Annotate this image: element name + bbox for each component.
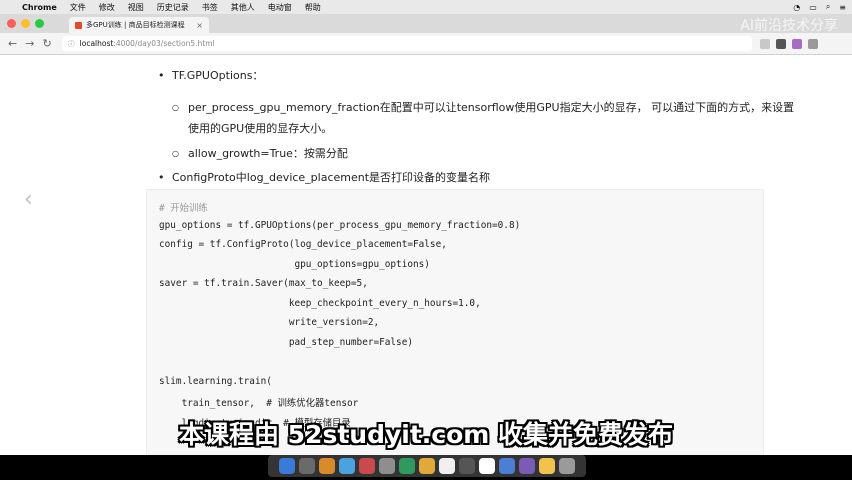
- menu-item-edit[interactable]: 修改: [99, 2, 115, 13]
- menu-item-window[interactable]: 电动窗: [268, 2, 292, 13]
- dock-app-icon[interactable]: [479, 458, 495, 474]
- reload-icon[interactable]: ↻: [42, 37, 51, 50]
- profile-icon[interactable]: [807, 38, 818, 49]
- dock-app-icon[interactable]: [499, 458, 515, 474]
- code-line: gpu_options = tf.GPUOptions(per_process_…: [159, 219, 521, 231]
- window-controls: [0, 14, 49, 33]
- dock-app-icon[interactable]: [539, 458, 555, 474]
- list-item: allow_growth=True：按需分配: [170, 143, 796, 164]
- dock-app-icon[interactable]: [519, 458, 535, 474]
- bullet-list: TF.GPUOptions： per_process_gpu_memory_fr…: [156, 67, 796, 187]
- menu-item-bookmarks[interactable]: 书签: [202, 2, 218, 13]
- menu-list-icon[interactable]: ≡: [839, 3, 846, 12]
- wifi-icon[interactable]: ◔: [793, 3, 800, 12]
- status-icons: ◔ ▭ ⌕ ≡: [784, 2, 852, 12]
- battery-icon[interactable]: ▭: [809, 3, 817, 12]
- browser-toolbar: ← → ↻ ⓘ localhost :4000/day03/section5.h…: [0, 33, 852, 55]
- browser-tab[interactable]: 多GPU训练 | 商品目标检测课程 ×: [69, 17, 209, 33]
- dock-app-icon[interactable]: [439, 458, 455, 474]
- menu-item-chrome[interactable]: Chrome: [22, 3, 57, 12]
- menu-item-view[interactable]: 视图: [128, 2, 144, 13]
- close-window-icon[interactable]: [7, 19, 16, 28]
- extension-icon[interactable]: [759, 38, 770, 49]
- dock-app-icon[interactable]: [399, 458, 415, 474]
- close-tab-icon[interactable]: ×: [196, 21, 203, 30]
- code-line: # 开始训练: [159, 203, 208, 214]
- back-icon[interactable]: ←: [8, 37, 17, 50]
- video-subtitle: 本课程由 52studyit.com 收集并免费发布: [178, 420, 674, 449]
- url-path: :4000/day03/section5.html: [113, 39, 215, 48]
- dock-app-icon[interactable]: [379, 458, 395, 474]
- tab-strip: 多GPU训练 | 商品目标检测课程 ×: [0, 14, 852, 33]
- list-item: TF.GPUOptions：: [156, 67, 796, 85]
- dock-app-icon[interactable]: [319, 458, 335, 474]
- forward-icon[interactable]: →: [25, 37, 34, 50]
- dock: [268, 455, 586, 477]
- code-line: train_tensor, # 训练优化器tensor: [159, 398, 359, 409]
- menu-item-history[interactable]: 历史记录: [157, 2, 189, 13]
- dock-app-icon[interactable]: [459, 458, 475, 474]
- menu-bar: Chrome 文件 修改 视图 历史记录 书签 其他人 电动窗 帮助 ◔ ▭ ⌕…: [0, 0, 852, 14]
- sub-list: per_process_gpu_memory_fraction在配置中可以让te…: [170, 97, 796, 164]
- address-bar[interactable]: ⓘ localhost :4000/day03/section5.html: [61, 36, 752, 51]
- code-line: saver = tf.train.Saver(max_to_keep=5,: [159, 278, 368, 289]
- dock-app-icon[interactable]: [299, 458, 315, 474]
- dock-app-icon[interactable]: [279, 458, 295, 474]
- maximize-window-icon[interactable]: [35, 19, 44, 28]
- list-item: ConfigProto中log_device_placement是否打印设备的变…: [156, 169, 796, 187]
- menu-item-help[interactable]: 帮助: [305, 2, 321, 13]
- tab-title: 多GPU训练 | 商品目标检测课程: [86, 21, 185, 29]
- dock-app-icon[interactable]: [339, 458, 355, 474]
- menu-item-file[interactable]: 文件: [70, 2, 86, 13]
- code-line: slim.learning.train(: [159, 375, 272, 387]
- code-line: config = tf.ConfigProto(log_device_place…: [159, 239, 447, 250]
- code-line: pad_step_number=False): [159, 336, 413, 348]
- prev-page-icon[interactable]: ‹: [24, 187, 33, 212]
- menu-item-people[interactable]: 其他人: [231, 2, 255, 13]
- search-icon[interactable]: ⌕: [826, 2, 830, 12]
- dock-app-icon[interactable]: [359, 458, 375, 474]
- code-line: write_version=2,: [159, 317, 380, 328]
- watermark: AI前沿技术分享: [740, 18, 838, 34]
- code-line: keep_checkpoint_every_n_hours=1.0,: [159, 297, 481, 309]
- extensions: [759, 38, 824, 49]
- page-content: ‹ TF.GPUOptions： per_process_gpu_memory_…: [0, 55, 852, 455]
- dock-app-icon[interactable]: [419, 458, 435, 474]
- info-icon[interactable]: ⓘ: [68, 39, 75, 49]
- url-host: localhost: [79, 39, 114, 48]
- extension-icon[interactable]: [775, 38, 786, 49]
- minimize-window-icon[interactable]: [21, 19, 30, 28]
- code-line: gpu_options=gpu_options): [159, 258, 430, 270]
- extension-icon[interactable]: [791, 38, 802, 49]
- dock-app-icon[interactable]: [559, 458, 575, 474]
- page-favicon-icon: [75, 21, 82, 29]
- list-item: per_process_gpu_memory_fraction在配置中可以让te…: [170, 97, 796, 139]
